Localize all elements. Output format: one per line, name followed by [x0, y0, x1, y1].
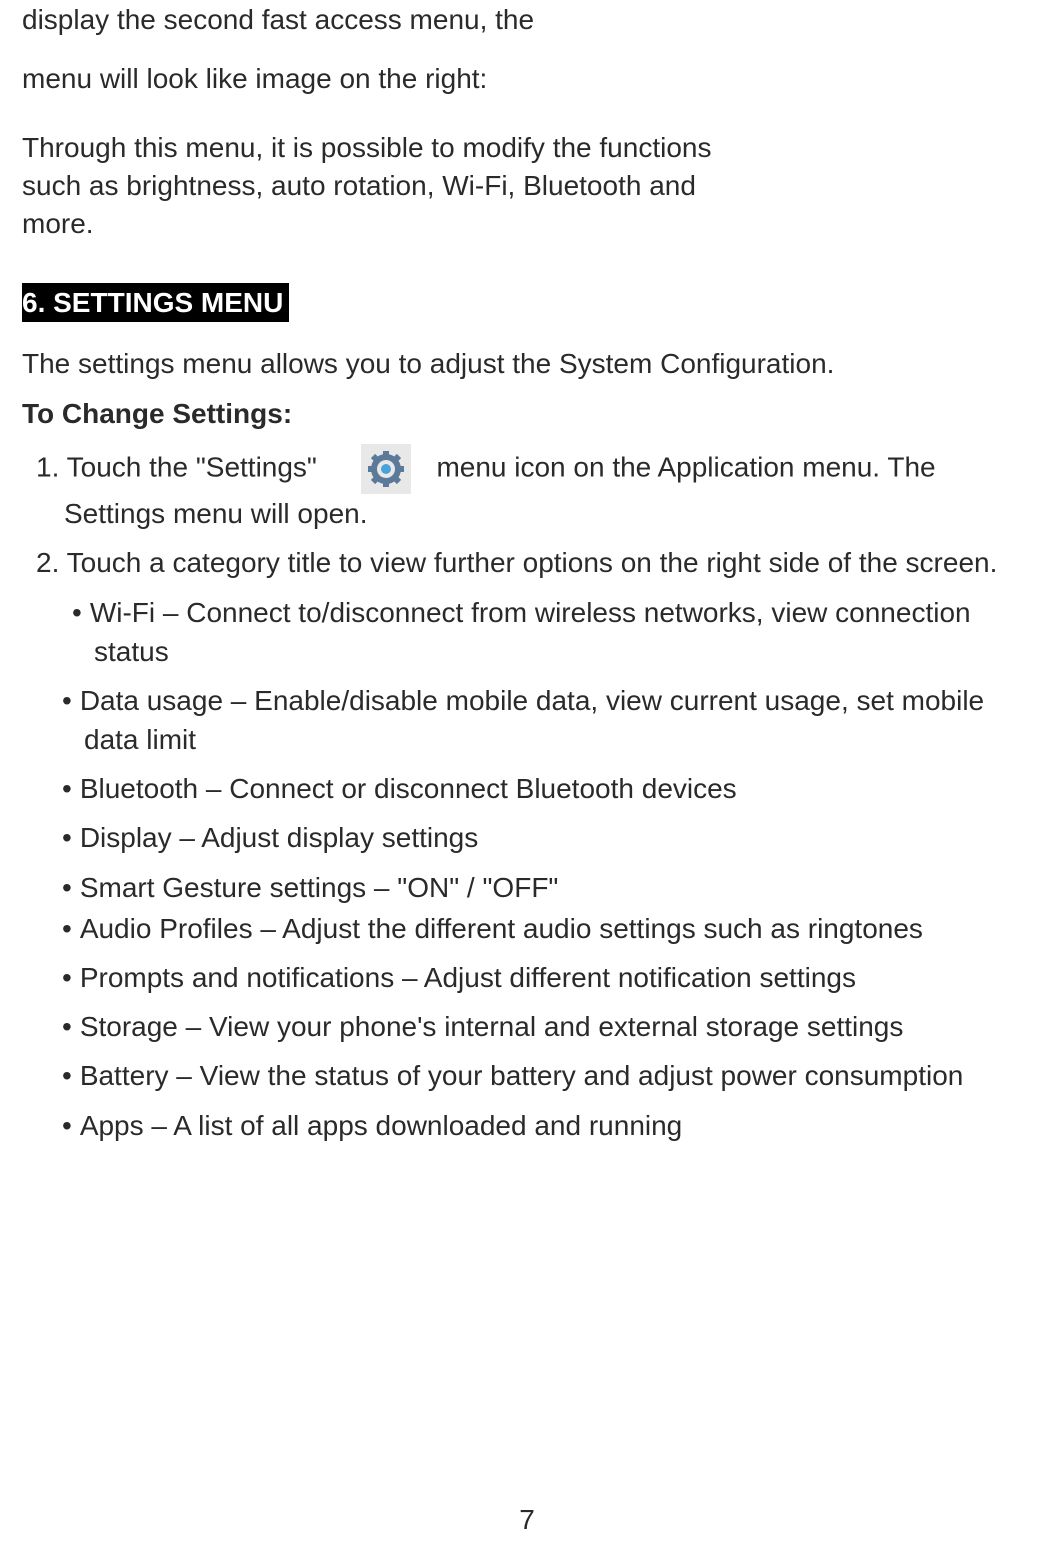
bullet-data-usage: Data usage – Enable/disable mobile data,… [22, 681, 1028, 759]
bullet-wifi: Wi-Fi – Connect to/disconnect from wirel… [22, 593, 1028, 671]
section-lead: The settings menu allows you to adjust t… [22, 344, 1028, 385]
intro-line-2: menu will look like image on the right: [22, 59, 1028, 100]
settings-icon [361, 444, 411, 494]
bullet-bluetooth: Bluetooth – Connect or disconnect Blueto… [22, 769, 1028, 808]
bullet-storage: Storage – View your phone's internal and… [22, 1007, 1028, 1046]
intro-para-2: Through this menu, it is possible to mod… [22, 129, 722, 242]
step-1-text-a: Touch the "Settings" [67, 452, 317, 483]
step-2-text: Touch a category title to view further o… [67, 547, 998, 578]
bullet-battery: Battery – View the status of your batter… [22, 1056, 1028, 1095]
section-heading: 6. SETTINGS MENU [22, 283, 289, 322]
page-number: 7 [0, 1504, 1054, 1536]
intro-line-1: display the second fast access menu, the [22, 0, 1028, 41]
step-1-number: 1. [36, 452, 67, 483]
bullet-smart-gesture: Smart Gesture settings – "ON" / "OFF" [22, 868, 1028, 907]
bullet-prompts: Prompts and notifications – Adjust diffe… [22, 958, 1028, 997]
bullet-audio-profiles: Audio Profiles – Adjust the different au… [22, 909, 1028, 948]
step-1: 1. Touch the "Settings" [22, 444, 1028, 533]
bullet-display: Display – Adjust display settings [22, 818, 1028, 857]
subheading: To Change Settings: [22, 398, 1028, 430]
step-2: 2. Touch a category title to view furthe… [22, 543, 1028, 582]
bullet-apps: Apps – A list of all apps downloaded and… [22, 1106, 1028, 1145]
step-2-number: 2. [36, 547, 67, 578]
